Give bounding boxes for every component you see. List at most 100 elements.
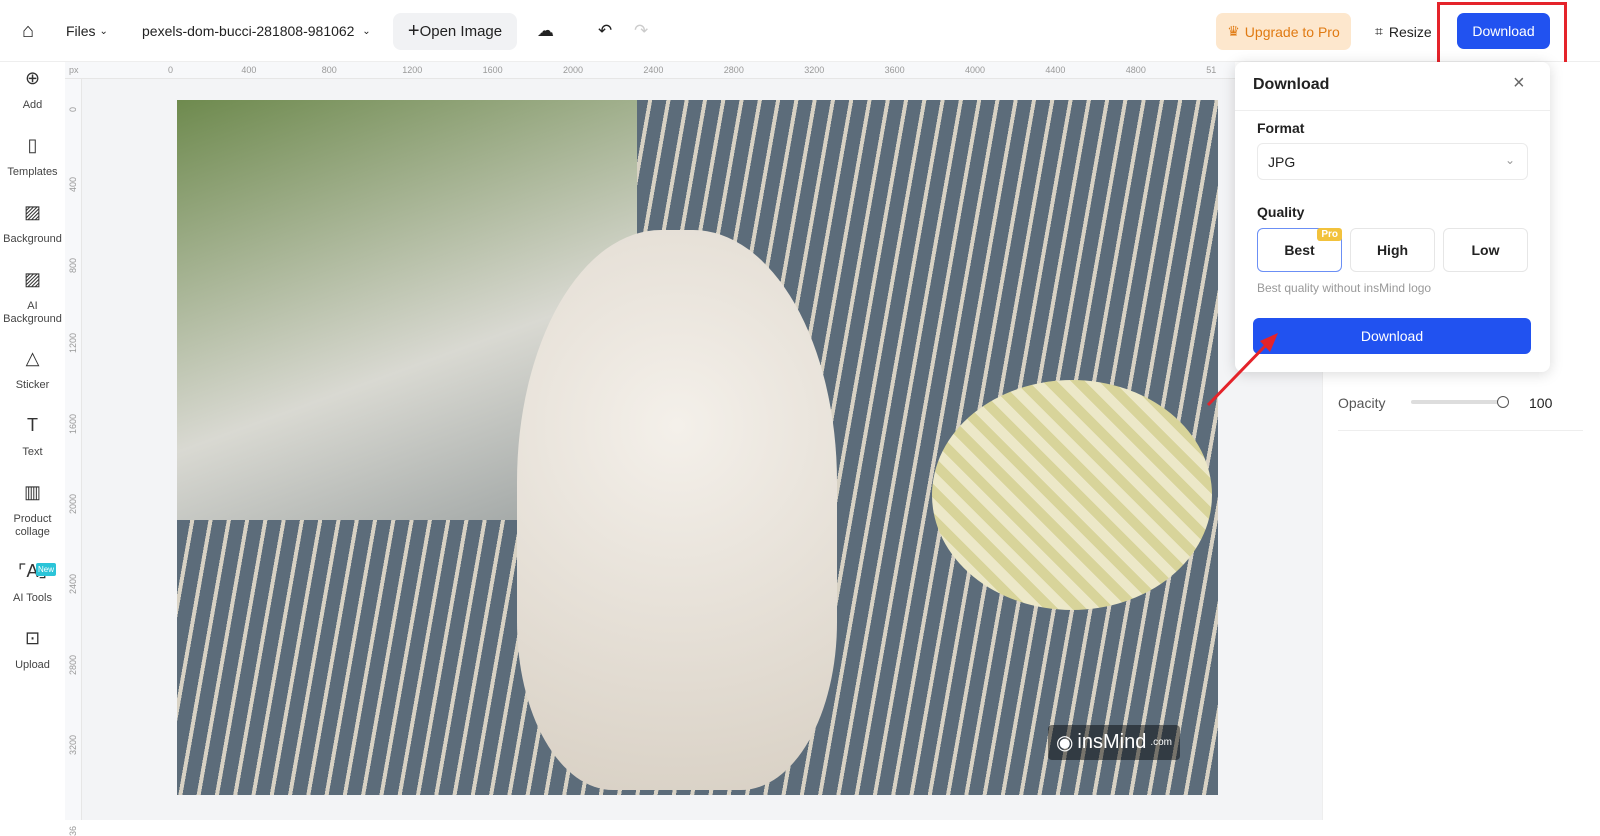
- sidebar-item-label: Sticker: [15, 379, 50, 391]
- watermark-text: insMind: [1077, 731, 1147, 753]
- ruler-tick-label: 1200: [68, 333, 78, 354]
- sidebar-item-add[interactable]: ⊕ Add: [0, 68, 65, 112]
- sidebar-item-label: AI Tools: [13, 592, 52, 604]
- dog: [517, 230, 837, 790]
- opacity-value: 100: [1529, 395, 1553, 411]
- watermark-logo-icon: ◉: [1055, 732, 1074, 754]
- horizontal-ruler: px 0 400 800 1200 1600 2000 2400 2800 3200 3600 400…: [65, 62, 1235, 79]
- ruler-tick-label: 3600: [884, 65, 905, 75]
- sidebar-item-templates[interactable]: ▯ Templates: [0, 135, 65, 179]
- background-icon: ▨: [23, 202, 41, 222]
- sidebar-item-label: Product collage: [13, 513, 52, 538]
- sidebar-item-ai-background[interactable]: ▨ AI Background: [0, 269, 65, 326]
- ruler-tick-label: 2800: [68, 654, 78, 675]
- ruler-tick-label: 3200: [68, 735, 78, 756]
- ruler-tick-label: 400: [241, 65, 257, 75]
- pillow: [932, 380, 1212, 610]
- upgrade-label: Upgrade to Pro: [1244, 23, 1340, 40]
- filename-dropdown[interactable]: pexels-dom-bucci-281808-981062 ⌄: [142, 23, 371, 39]
- filename: pexels-dom-bucci-281808-981062: [142, 23, 355, 39]
- quality-low-label: Low: [1471, 242, 1500, 258]
- upgrade-button[interactable]: ♛ Upgrade to Pro: [1216, 13, 1351, 50]
- sidebar-item-ai-tools[interactable]: ⌜A⌟ New AI Tools: [0, 561, 65, 605]
- watermark-suffix: .com: [1150, 737, 1173, 748]
- quality-label: Quality: [1257, 204, 1305, 220]
- ai-tools-icon: ⌜A⌟ New: [18, 561, 57, 581]
- quality-best[interactable]: Best Pro: [1257, 228, 1342, 272]
- home-icon[interactable]: ⌂: [22, 20, 34, 43]
- ruler-tick-label: 2000: [68, 493, 78, 514]
- watermark: ◉ insMind .com: [1048, 725, 1180, 760]
- crown-icon: ♛: [1227, 23, 1240, 39]
- resize-button[interactable]: ⌗ Resize: [1375, 23, 1432, 40]
- pro-badge: Pro: [1317, 228, 1342, 241]
- crop-icon: ⌗: [1375, 23, 1383, 39]
- sidebar-item-label: Text: [22, 446, 43, 458]
- sidebar-item-product-collage[interactable]: ▥ Product collage: [0, 482, 65, 539]
- ruler-tick-label: 1200: [402, 65, 423, 75]
- text-icon: T: [27, 415, 38, 435]
- ruler-tick-label: 0: [68, 106, 78, 112]
- sidebar-item-sticker[interactable]: △ Sticker: [0, 348, 65, 392]
- ai-background-icon: ▨: [23, 269, 41, 289]
- sidebar-item-label: Upload: [15, 659, 50, 671]
- sidebar-item-label: Templates: [7, 166, 58, 178]
- undo-icon[interactable]: ↶: [598, 21, 612, 41]
- opacity-slider-handle[interactable]: [1497, 396, 1509, 408]
- templates-icon: ▯: [27, 135, 38, 155]
- ruler-unit: px: [69, 65, 79, 75]
- divider: [1338, 430, 1583, 431]
- cloud-sync-icon[interactable]: ☁: [537, 21, 554, 41]
- open-image-button[interactable]: + Open Image: [393, 13, 517, 50]
- format-value: JPG: [1268, 154, 1296, 170]
- redo-icon[interactable]: ↷: [634, 21, 648, 41]
- download-confirm-button[interactable]: Download: [1253, 318, 1531, 354]
- divider: [1235, 110, 1550, 111]
- sidebar: ⊕ Add ▯ Templates ▨ Background ▨ AI Background △…: [0, 62, 65, 820]
- files-menu[interactable]: Files ⌄: [66, 23, 108, 39]
- ruler-tick-label: 4400: [1045, 65, 1066, 75]
- ruler-tick-label: 800: [321, 65, 337, 75]
- ruler-tick-label: 2800: [723, 65, 744, 75]
- ruler-tick-label: 1600: [482, 65, 503, 75]
- chevron-down-icon: ⌄: [1504, 153, 1515, 167]
- plus-icon: +: [407, 20, 420, 42]
- ruler-tick-label: 2400: [643, 65, 664, 75]
- ruler-tick-label: 1600: [68, 413, 78, 434]
- ruler-tick-label: 4800: [1125, 65, 1146, 75]
- quality-best-label: Best: [1284, 242, 1315, 258]
- open-image-label: Open Image: [419, 23, 503, 40]
- ruler-tick-label: 0: [168, 65, 174, 75]
- ruler-tick-label: 36: [68, 825, 78, 836]
- popover-title: Download: [1253, 76, 1330, 93]
- ruler-tick-label: 4000: [965, 65, 986, 75]
- opacity-label: Opacity: [1338, 395, 1386, 411]
- sidebar-item-label: Add: [22, 99, 43, 111]
- ruler-tick-label: 3200: [804, 65, 825, 75]
- files-label: Files: [66, 23, 96, 39]
- highlight-box: [1437, 2, 1567, 66]
- sidebar-item-text[interactable]: T Text: [0, 415, 65, 459]
- plus-circle-icon: ⊕: [24, 68, 41, 88]
- close-icon[interactable]: ×: [1513, 72, 1525, 95]
- sidebar-item-background[interactable]: ▨ Background: [0, 202, 65, 246]
- upload-icon: ⊡: [24, 628, 41, 648]
- sidebar-item-label: Background: [3, 233, 62, 245]
- canvas-image[interactable]: [177, 100, 1218, 795]
- ruler-tick-label: 400: [68, 177, 78, 193]
- format-select[interactable]: JPG ⌄: [1257, 143, 1528, 180]
- ruler-tick-label: 2000: [563, 65, 584, 75]
- sticker-icon: △: [25, 348, 40, 368]
- sidebar-item-label: AI Background: [3, 300, 62, 325]
- format-label: Format: [1257, 120, 1305, 136]
- quality-high[interactable]: High: [1350, 228, 1435, 272]
- top-bar: ⌂ Files ⌄ pexels-dom-bucci-281808-981062…: [0, 0, 1600, 62]
- new-badge: New: [36, 563, 57, 576]
- quality-hint: Best quality without insMind logo: [1257, 281, 1432, 295]
- sidebar-item-upload[interactable]: ⊡ Upload: [0, 628, 65, 672]
- collage-icon: ▥: [23, 482, 41, 502]
- resize-label: Resize: [1388, 23, 1432, 40]
- quality-low[interactable]: Low: [1443, 228, 1528, 272]
- ruler-tick-label: 800: [68, 257, 78, 273]
- opacity-slider[interactable]: [1411, 400, 1503, 404]
